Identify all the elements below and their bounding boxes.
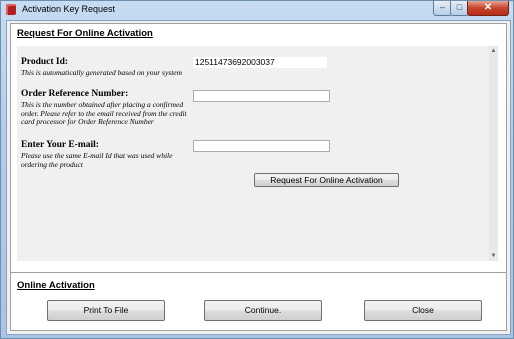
close-button[interactable]: Close	[364, 300, 482, 321]
product-id-help: This is automatically generated based on…	[21, 68, 183, 77]
close-icon: ✕	[483, 2, 493, 13]
scroll-up-icon[interactable]: ▲	[489, 46, 498, 56]
email-field[interactable]	[193, 140, 330, 152]
request-form-area: Product Id: This is automatically genera…	[17, 46, 489, 261]
print-to-file-label: Print To File	[83, 305, 129, 315]
request-panel: Request For Online Activation Product Id…	[10, 23, 507, 282]
email-help: Please use the same E-mail Id that was u…	[21, 151, 173, 169]
product-id-box: 12511473692003037	[193, 57, 327, 68]
app-icon	[6, 4, 16, 15]
continue-button[interactable]: Continue.	[204, 300, 322, 321]
continue-label: Continue.	[244, 305, 282, 315]
close-label: Close	[412, 305, 434, 315]
title-bar[interactable]: Activation Key Request – □ ✕	[1, 1, 513, 19]
activation-window: Activation Key Request – □ ✕ Request For…	[0, 0, 514, 339]
maximize-icon: □	[456, 2, 463, 12]
online-activation-panel: Online Activation Print To File Continue…	[10, 272, 507, 331]
close-window-button[interactable]: ✕	[467, 1, 509, 16]
request-online-activation-label: Request For Online Activation	[270, 175, 383, 185]
client-area: Request For Online Activation Product Id…	[6, 20, 511, 335]
scroll-down-icon[interactable]: ▼	[489, 251, 498, 261]
request-online-activation-button[interactable]: Request For Online Activation	[254, 173, 399, 187]
product-id-label: Product Id:	[21, 57, 69, 67]
order-ref-label: Order Reference Number:	[21, 89, 129, 99]
minimize-icon: –	[439, 2, 445, 12]
order-ref-field[interactable]	[193, 90, 330, 102]
product-id-value: 12511473692003037	[195, 57, 275, 67]
request-section-title: Request For Online Activation	[17, 28, 153, 39]
print-to-file-button[interactable]: Print To File	[47, 300, 165, 321]
order-ref-help: This is the number obtained after placin…	[21, 100, 187, 127]
window-title: Activation Key Request	[22, 4, 116, 14]
vertical-scrollbar[interactable]: ▲ ▼	[489, 46, 498, 261]
email-label: Enter Your E-mail:	[21, 140, 99, 150]
online-section-title: Online Activation	[17, 280, 95, 291]
